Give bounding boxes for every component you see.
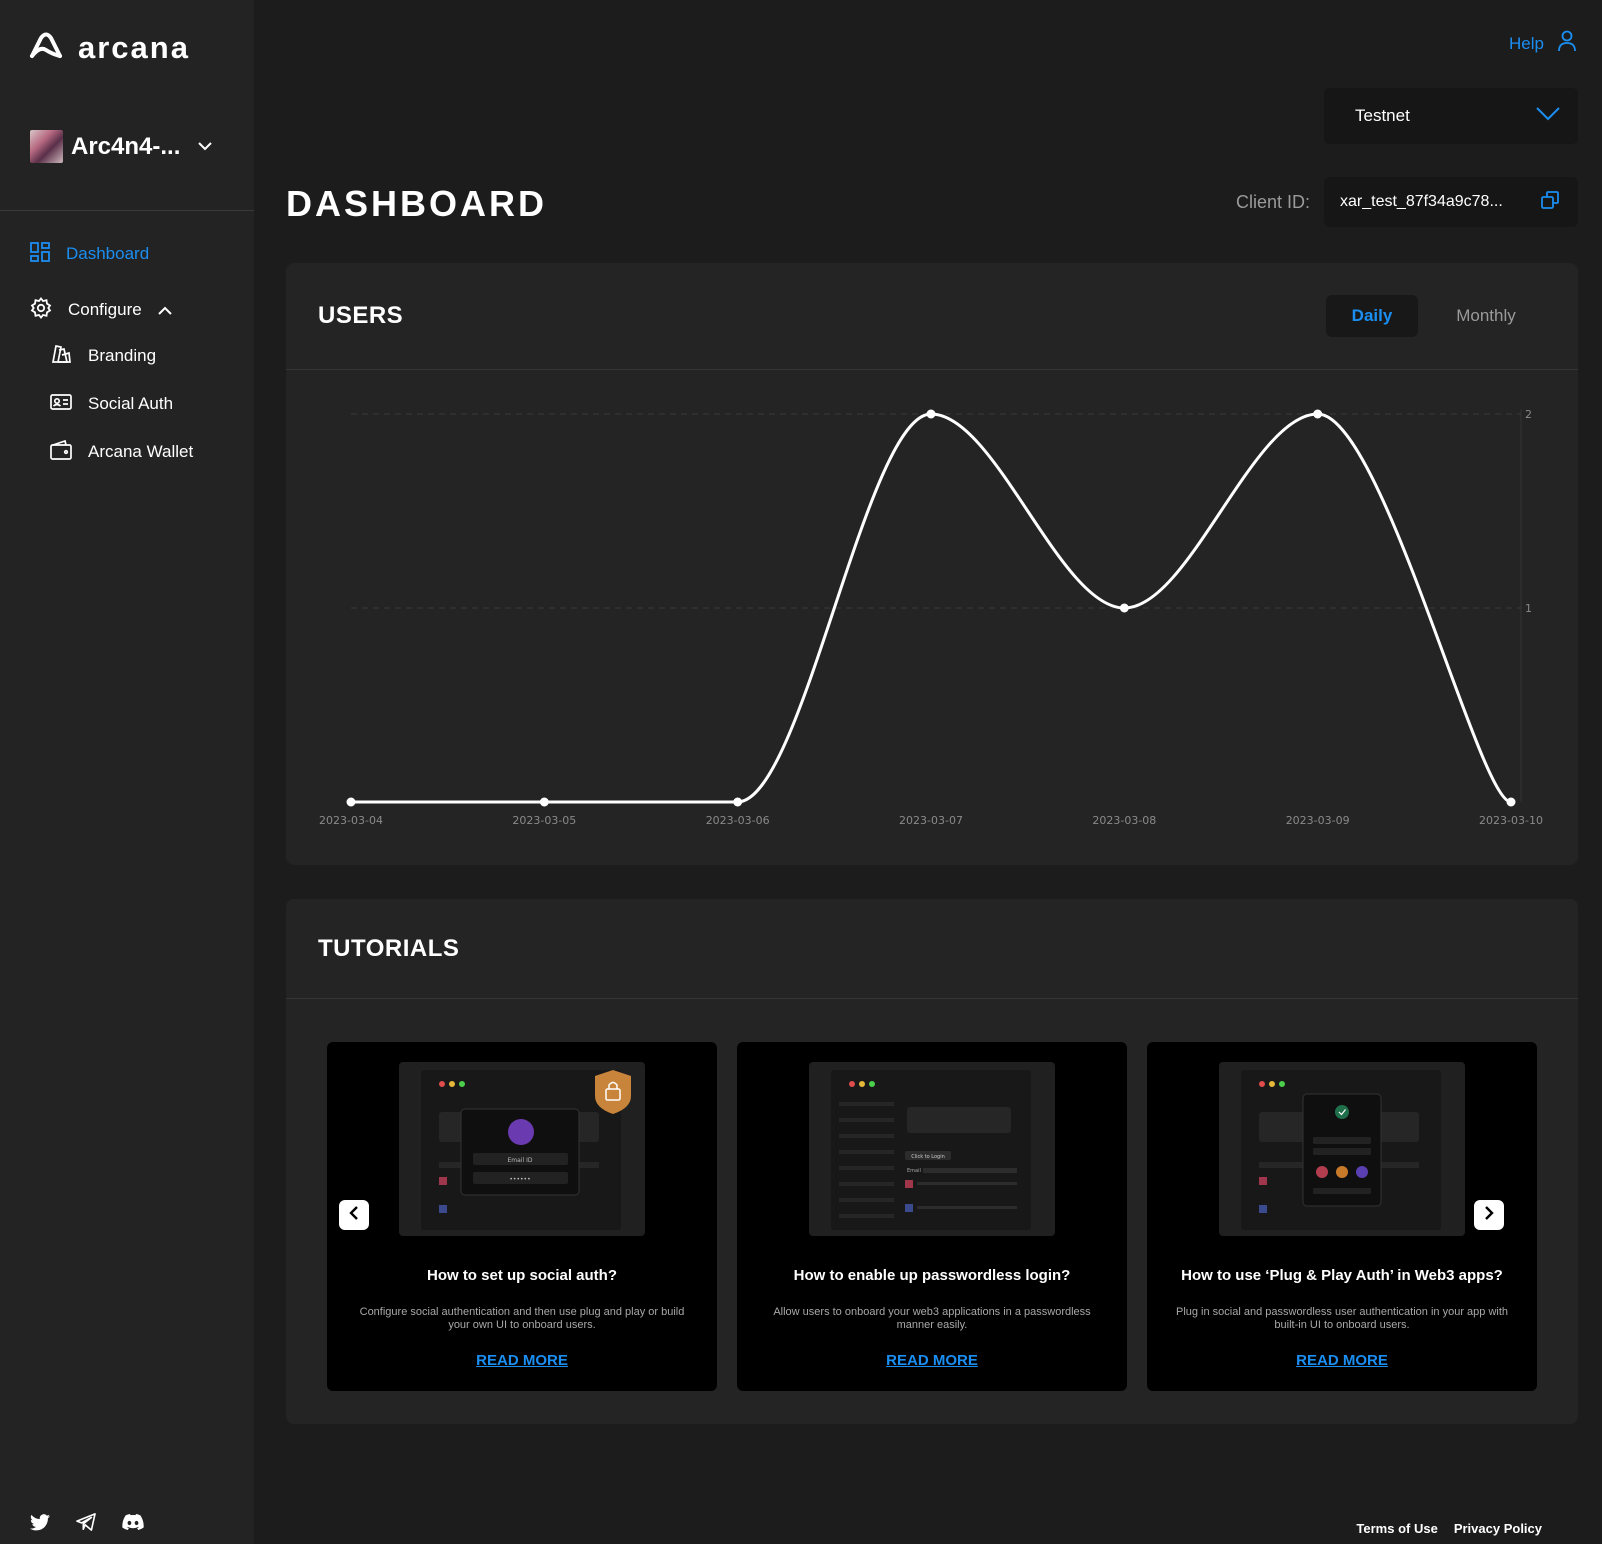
- data-point: [1506, 797, 1516, 807]
- x-tick-label: 2023-03-04: [319, 814, 383, 827]
- page-title: DASHBOARD: [286, 183, 547, 224]
- sidebar-item-configure[interactable]: Configure: [30, 296, 240, 324]
- app-selector[interactable]: Arc4n4-...: [30, 130, 213, 163]
- chevron-down-icon: [1536, 106, 1560, 126]
- tutorial-description: Configure social authentication and then…: [359, 1306, 685, 1331]
- client-id-value: xar_test_87f34a9c78...: [1340, 193, 1503, 210]
- users-title: USERS: [318, 302, 404, 329]
- sidebar: arcana Arc4n4-... Dashboard Configure Br…: [0, 0, 254, 1544]
- sidebar-item-arcana-wallet[interactable]: Arcana Wallet: [50, 438, 240, 466]
- configure-submenu: Branding Social Auth Arcana Wallet: [30, 342, 240, 466]
- chevron-left-icon: [349, 1205, 359, 1225]
- tutorials-carousel: Email ID •••••• How to set up social aut…: [327, 1042, 1537, 1391]
- palette-icon: [50, 343, 72, 370]
- users-card: USERS Daily Monthly 1 2 2023-03-04 2023-03-…: [286, 263, 1578, 865]
- image-email-label: Email ID: [508, 1157, 533, 1164]
- read-more-link[interactable]: READ MORE: [1147, 1352, 1537, 1369]
- app-root: arcana Arc4n4-... Dashboard Configure Br…: [0, 0, 1602, 1544]
- sidebar-divider: [0, 210, 254, 211]
- image-login-label: Click to Login: [911, 1154, 945, 1160]
- sidebar-item-label: Dashboard: [66, 244, 150, 263]
- image-email-label: Email: [907, 1168, 921, 1174]
- sidebar-item-label: Arcana Wallet: [88, 442, 194, 461]
- gear-icon: [30, 296, 52, 324]
- terms-link[interactable]: Terms of Use: [1356, 1521, 1437, 1536]
- chevron-down-icon: [198, 138, 213, 156]
- help-label: Help: [1509, 33, 1544, 53]
- main-content: Help Testnet DASHBOARD Client ID: xar_te…: [254, 0, 1602, 1544]
- chevron-right-icon: [1484, 1205, 1494, 1225]
- dashboard-icon: [30, 241, 50, 267]
- client-id-label: Client ID:: [1235, 192, 1310, 212]
- tutorial-image: [1219, 1062, 1465, 1236]
- sidebar-item-label: Social Auth: [88, 394, 174, 413]
- sidebar-item-label: Configure: [68, 300, 142, 319]
- x-tick-label: 2023-03-10: [1479, 814, 1543, 827]
- brand-name: arcana: [78, 30, 190, 65]
- x-tick-label: 2023-03-06: [706, 814, 770, 827]
- users-card-header: USERS Daily Monthly: [286, 263, 1578, 370]
- tutorial-title: How to use ‘Plug & Play Auth’ in Web3 ap…: [1181, 1267, 1503, 1284]
- app-name: Arc4n4-...: [71, 132, 181, 160]
- app-avatar: [30, 130, 63, 163]
- data-point: [1119, 603, 1129, 613]
- daily-button[interactable]: Daily: [1326, 295, 1418, 337]
- read-more-link[interactable]: READ MORE: [327, 1352, 717, 1369]
- y-tick-label: 1: [1525, 602, 1532, 615]
- x-tick-label: 2023-03-09: [1286, 814, 1350, 827]
- sidebar-nav: Dashboard Configure Branding Social Auth…: [30, 240, 240, 486]
- data-point: [926, 409, 936, 419]
- x-tick-label: 2023-03-08: [1092, 814, 1156, 827]
- client-id-field[interactable]: xar_test_87f34a9c78...: [1324, 177, 1578, 227]
- tutorials-card: TUTORIALS Email ID •••••• How to set up …: [286, 899, 1578, 1424]
- network-value: Testnet: [1355, 106, 1410, 125]
- x-tick-label: 2023-03-07: [899, 814, 963, 827]
- y-tick-label: 2: [1525, 408, 1532, 421]
- help-link[interactable]: Help: [1509, 30, 1576, 57]
- tutorials-title: TUTORIALS: [318, 934, 460, 962]
- id-card-icon: [50, 393, 72, 416]
- tutorial-image: Click to Login Email: [809, 1062, 1055, 1236]
- arcana-logo-icon: [28, 32, 64, 65]
- sidebar-item-branding[interactable]: Branding: [50, 342, 240, 370]
- telegram-icon[interactable]: [76, 1513, 96, 1536]
- x-tick-label: 2023-03-05: [512, 814, 576, 827]
- users-chart: 1 2 2023-03-04 2023-03-05 2023-03-06 2023-03-…: [286, 371, 1578, 865]
- privacy-link[interactable]: Privacy Policy: [1454, 1521, 1542, 1536]
- brand-logo[interactable]: arcana: [28, 30, 190, 66]
- tutorial-card[interactable]: Click to Login Email How to enable up pa…: [737, 1042, 1127, 1391]
- tutorial-title: How to enable up passwordless login?: [793, 1267, 1071, 1284]
- period-toggle: Daily Monthly: [1326, 295, 1546, 337]
- users-series-line: [351, 412, 1512, 804]
- twitter-icon[interactable]: [30, 1513, 50, 1536]
- tutorial-title: How to set up social auth?: [426, 1267, 617, 1284]
- tutorials-card-header: TUTORIALS: [286, 899, 1578, 999]
- social-links: [30, 1513, 144, 1536]
- carousel-next-button[interactable]: [1474, 1200, 1504, 1230]
- monthly-button[interactable]: Monthly: [1426, 295, 1546, 337]
- image-password-label: ••••••: [509, 1176, 530, 1183]
- data-point: [1313, 409, 1323, 419]
- user-icon[interactable]: [1558, 30, 1576, 57]
- sidebar-item-label: Branding: [88, 346, 157, 365]
- data-point: [733, 797, 743, 807]
- sidebar-item-social-auth[interactable]: Social Auth: [50, 390, 240, 418]
- copy-icon[interactable]: [1540, 190, 1560, 215]
- tutorial-image: Email ID ••••••: [399, 1062, 645, 1236]
- users-chart-svg: 1 2 2023-03-04 2023-03-05 2023-03-06 2023-03-…: [319, 408, 1543, 827]
- data-point: [346, 797, 356, 807]
- footer-links: Terms of Use Privacy Policy: [1356, 1521, 1542, 1536]
- chevron-up-icon: [158, 300, 172, 320]
- discord-icon[interactable]: [122, 1514, 144, 1535]
- sidebar-item-dashboard[interactable]: Dashboard: [30, 240, 240, 268]
- tutorial-description: Allow users to onboard your web3 applica…: [773, 1306, 1091, 1331]
- data-point: [539, 797, 549, 807]
- network-select[interactable]: Testnet: [1324, 88, 1578, 144]
- carousel-prev-button[interactable]: [339, 1200, 369, 1230]
- read-more-link[interactable]: READ MORE: [737, 1352, 1127, 1369]
- wallet-icon: [50, 439, 72, 465]
- tutorial-description: Plug in social and passwordless user aut…: [1175, 1306, 1509, 1331]
- tutorial-card[interactable]: Email ID •••••• How to set up social aut…: [327, 1042, 717, 1391]
